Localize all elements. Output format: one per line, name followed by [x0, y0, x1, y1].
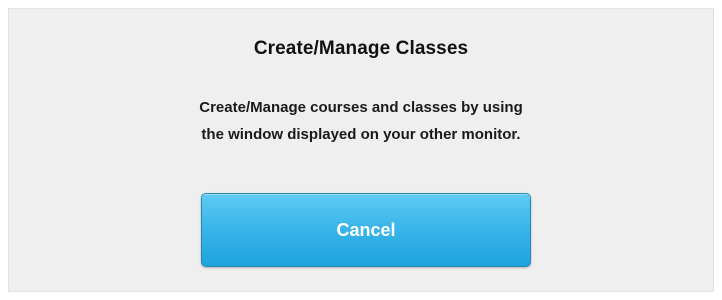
- dialog-message-line-2: the window displayed on your other monit…: [201, 126, 521, 143]
- create-manage-classes-dialog: Create/Manage Classes Create/Manage cour…: [8, 8, 714, 292]
- cancel-button[interactable]: Cancel: [201, 193, 531, 267]
- dialog-message: Create/Manage courses and classes by usi…: [9, 94, 713, 148]
- dialog-title: Create/Manage Classes: [253, 38, 469, 59]
- dialog-message-line-1: Create/Manage courses and classes by usi…: [199, 99, 523, 116]
